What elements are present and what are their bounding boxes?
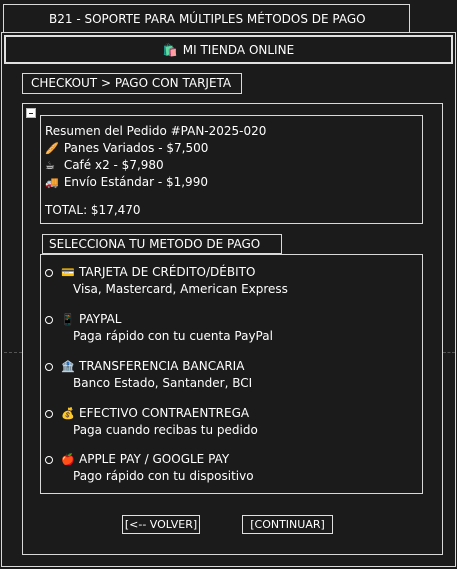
order-item-text: Panes Variados - $7,500: [63, 141, 209, 155]
payment-option-desc: Visa, Mastercard, American Express: [73, 282, 288, 296]
payment-option-title: 🏦 TRANSFERENCIA BANCARIA: [61, 359, 244, 374]
apple-icon: 🍎: [61, 453, 75, 466]
payment-option-label: PAYPAL: [79, 312, 122, 326]
payment-option-title: 🍎 APPLE PAY / GOOGLE PAY: [61, 452, 229, 467]
order-item-text: Envío Estándar - $1,990: [63, 175, 208, 189]
radio-button[interactable]: [45, 316, 53, 324]
payment-option-label: EFECTIVO CONTRAENTREGA: [79, 406, 250, 420]
payment-option-label: TARJETA DE CRÉDITO/DÉBITO: [79, 265, 256, 279]
payment-option-label: TRANSFERENCIA BANCARIA: [79, 359, 245, 373]
bank-icon: 🏦: [61, 360, 75, 373]
payment-option-title: 💳 TARJETA DE CRÉDITO/DÉBITO: [61, 265, 255, 280]
payment-option-cash[interactable]: 💰 EFECTIVO CONTRAENTREGA Paga cuando reci…: [45, 406, 415, 446]
radio-button[interactable]: [45, 410, 53, 418]
window-title-tab: B21 - SOPORTE PARA MÚLTIPLES MÉTODOS DE …: [3, 4, 410, 32]
order-item: ☕ Café x2 - $7,980: [45, 157, 422, 174]
credit-card-icon: 💳: [61, 266, 75, 279]
payment-methods-header: SELECCIONA TU METODO DE PAGO: [42, 234, 282, 254]
payment-option-desc: Banco Estado, Santander, BCI: [73, 376, 253, 390]
breadcrumb-text: CHECKOUT > PAGO CON TARJETA: [31, 76, 232, 90]
store-name: MI TIENDA ONLINE: [182, 42, 295, 57]
delivery-truck-icon: 🚚: [45, 176, 59, 189]
order-title: Resumen del Pedido #PAN-2025-020: [45, 124, 267, 138]
payment-option-wallet[interactable]: 🍎 APPLE PAY / GOOGLE PAY Pago rápido con …: [45, 452, 415, 492]
store-header: 🛍️ MI TIENDA ONLINE: [4, 35, 453, 64]
divider-right: [443, 352, 455, 353]
bread-icon: 🥖: [45, 142, 59, 155]
breadcrumb: CHECKOUT > PAGO CON TARJETA: [22, 73, 242, 94]
radio-button[interactable]: [45, 363, 53, 371]
payment-option-label: APPLE PAY / GOOGLE PAY: [79, 452, 230, 466]
payment-methods-title: SELECCIONA TU METODO DE PAGO: [49, 237, 261, 251]
divider-left: [4, 352, 22, 353]
payment-option-paypal[interactable]: 📱 PAYPAL Paga rápido con tu cuenta PayPal: [45, 312, 415, 352]
payment-option-desc: Paga cuando recibas tu pedido: [73, 423, 258, 437]
payment-option-desc: Paga rápido con tu cuenta PayPal: [73, 329, 273, 343]
continue-button[interactable]: [CONTINUAR]: [242, 515, 333, 534]
window-title: B21 - SOPORTE PARA MÚLTIPLES MÉTODOS DE …: [49, 12, 366, 26]
money-bag-icon: 💰: [61, 407, 75, 420]
mobile-phone-icon: 📱: [61, 313, 75, 326]
collapse-toggle-icon[interactable]: [26, 108, 36, 118]
store-icon: 🛍️: [162, 42, 178, 57]
order-total: TOTAL: $17,470: [45, 203, 141, 217]
payment-option-card[interactable]: 💳 TARJETA DE CRÉDITO/DÉBITO Visa, Masterc…: [45, 265, 415, 305]
payment-methods-box: 💳 TARJETA DE CRÉDITO/DÉBITO Visa, Masterc…: [40, 254, 423, 494]
radio-button[interactable]: [45, 269, 53, 277]
back-button[interactable]: [<-- VOLVER]: [122, 515, 200, 534]
coffee-icon: ☕: [45, 159, 55, 172]
payment-option-title: 💰 EFECTIVO CONTRAENTREGA: [61, 406, 249, 421]
order-item-text: Café x2 - $7,980: [63, 158, 164, 172]
radio-button[interactable]: [45, 456, 53, 464]
payment-option-desc: Pago rápido con tu dispositivo: [73, 469, 254, 483]
order-summary: Resumen del Pedido #PAN-2025-020 🥖 Panes…: [40, 115, 423, 224]
order-item: 🚚 Envío Estándar - $1,990: [45, 174, 422, 191]
payment-option-title: 📱 PAYPAL: [61, 312, 121, 327]
order-item: 🥖 Panes Variados - $7,500: [45, 140, 422, 157]
payment-option-bank-transfer[interactable]: 🏦 TRANSFERENCIA BANCARIA Banco Estado, Sa…: [45, 359, 415, 399]
